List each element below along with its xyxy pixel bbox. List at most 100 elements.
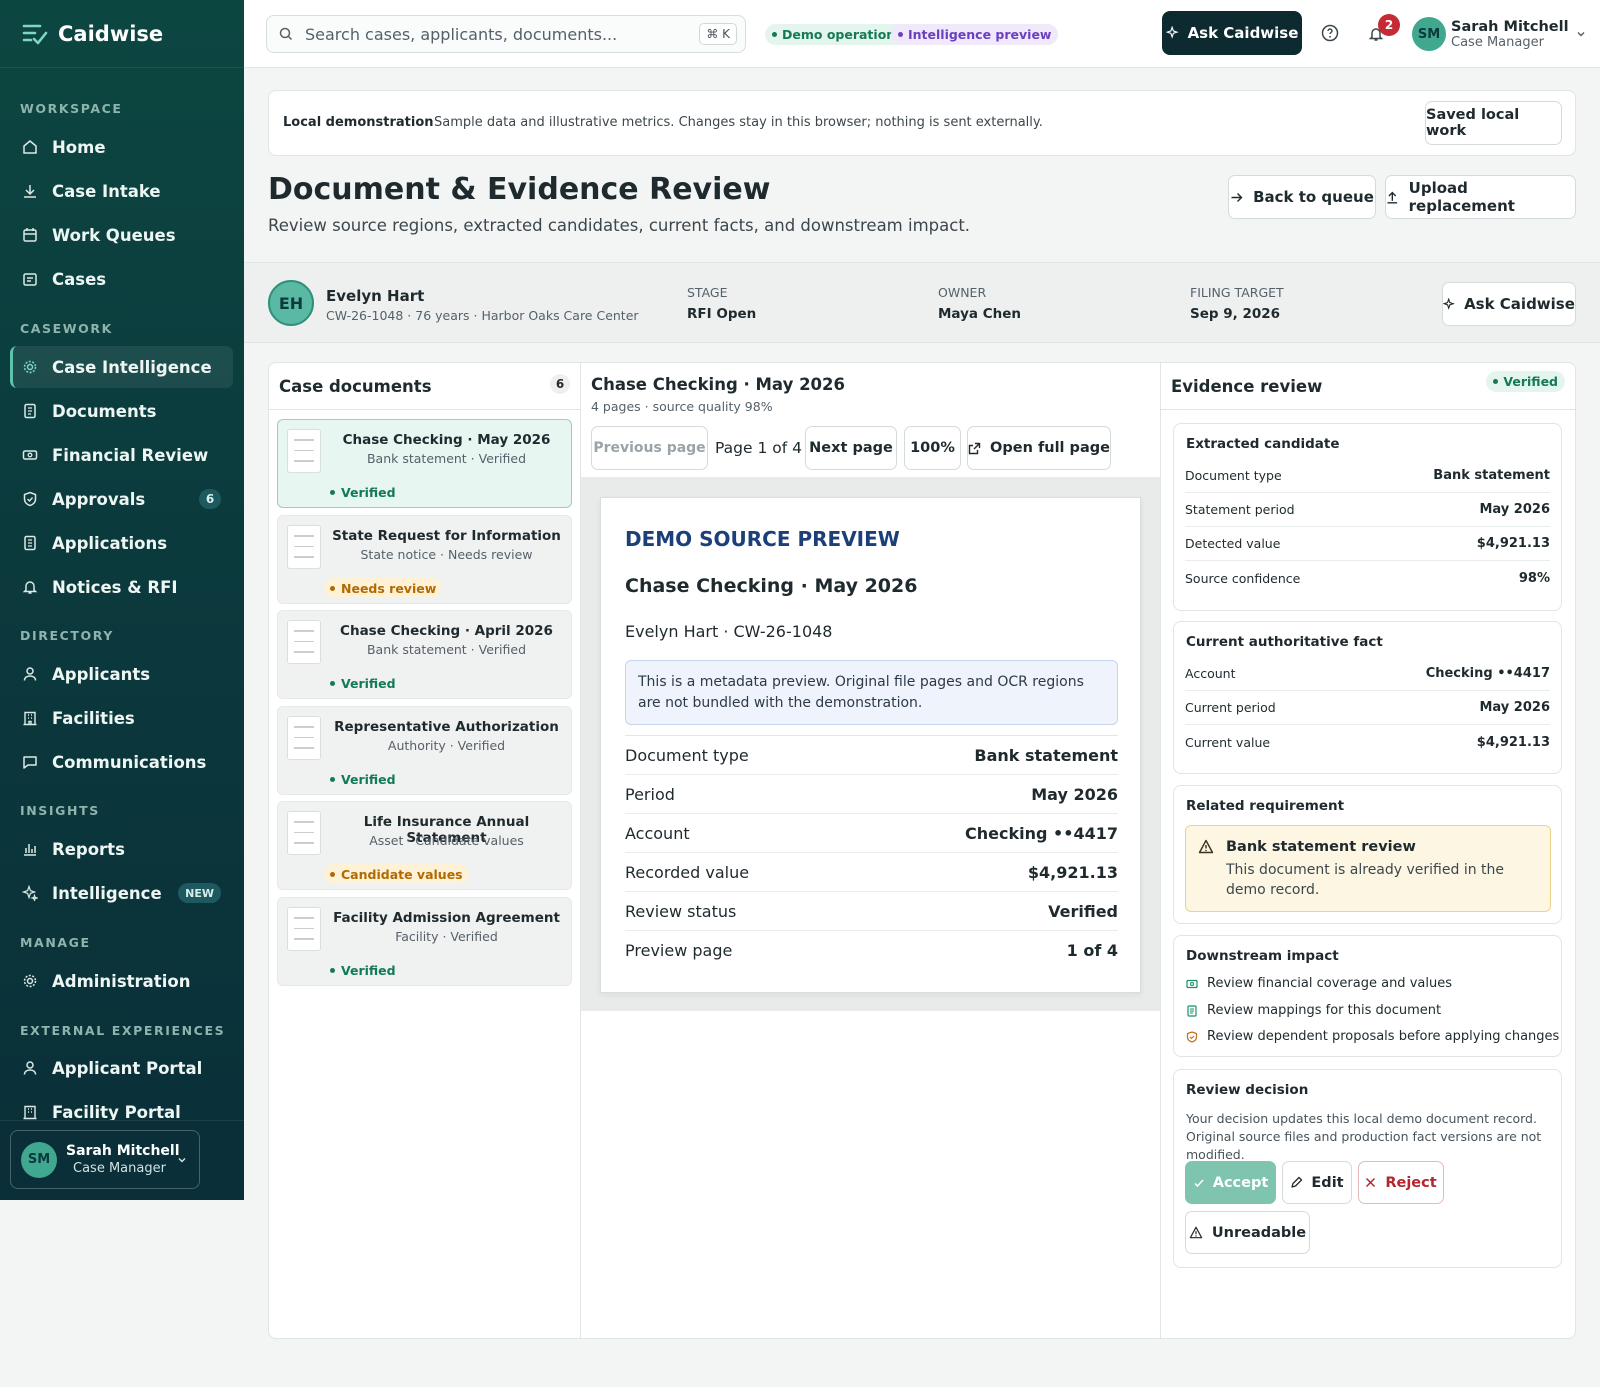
user-menu[interactable]: SM Sarah Mitchell Case Manager — [1412, 14, 1592, 54]
close-icon — [1366, 1177, 1376, 1188]
preview-row: Review status Verified — [625, 892, 1118, 931]
card-title: Review decision — [1186, 1082, 1309, 1098]
user-name: Sarah Mitchell — [66, 1143, 180, 1159]
open-full-page-button[interactable]: Open full page — [967, 426, 1111, 470]
sidebar-item-approvals[interactable]: Approvals 6 — [10, 478, 233, 520]
zoom-button[interactable]: 100% — [904, 426, 961, 470]
sidebar-item-facilities[interactable]: Facilities — [10, 697, 233, 739]
document-thumbnail — [287, 716, 321, 760]
sidebar-item-case-intake[interactable]: Case Intake — [10, 170, 233, 212]
document-item[interactable]: Representative Authorization Authority · … — [277, 706, 572, 795]
status-badge: Verified — [324, 482, 402, 502]
sidebar-item-communications[interactable]: Communications — [10, 741, 233, 783]
sidebar-item-cases[interactable]: Cases — [10, 258, 233, 300]
external-link-icon — [968, 442, 981, 454]
accept-button[interactable]: Accept — [1185, 1161, 1276, 1204]
bell-icon — [22, 581, 38, 594]
viewer-meta: 4 pages · source quality 98% — [591, 399, 773, 414]
document-item[interactable]: Life Insurance Annual Statement Asset · C… — [277, 801, 572, 890]
chevron-down-icon — [178, 1157, 186, 1163]
sidebar-item-work-queues[interactable]: Work Queues — [10, 214, 233, 256]
ask-caidwise-case-button[interactable]: Ask Caidwise — [1442, 282, 1576, 326]
preview-page: DEMO SOURCE PREVIEW Chase Checking · May… — [600, 497, 1141, 993]
documents-count: 6 — [550, 374, 570, 394]
building-icon — [23, 1105, 37, 1120]
arrow-right-icon — [1231, 192, 1243, 202]
sidebar-item-applicants[interactable]: Applicants — [10, 653, 233, 695]
applicant-name[interactable]: Evelyn Hart — [326, 287, 424, 305]
preview-row: Recorded value $4,921.13 — [625, 853, 1118, 892]
back-to-queue-button[interactable]: Back to queue — [1228, 175, 1376, 219]
preview-fields: Document type Bank statement Period May 20… — [625, 735, 1118, 970]
preview-row: Account Checking ••4417 — [625, 814, 1118, 853]
intelligence-preview-pill: Intelligence preview — [891, 24, 1059, 45]
preview-person: Evelyn Hart · CW-26-1048 — [625, 622, 833, 641]
sidebar-item-reports[interactable]: Reports — [10, 828, 233, 870]
sidebar-item-administration[interactable]: Administration — [10, 960, 233, 1002]
edit-button[interactable]: Edit — [1282, 1161, 1352, 1204]
reject-button[interactable]: Reject — [1358, 1161, 1444, 1204]
evidence-status-badge: Verified — [1486, 371, 1565, 392]
sidebar-user-menu[interactable]: SM Sarah Mitchell Case Manager — [10, 1130, 200, 1189]
document-thumbnail — [287, 429, 321, 473]
upload-replacement-button[interactable]: Upload replacement — [1385, 175, 1576, 219]
document-thumbnail — [287, 907, 321, 951]
sparkle-icon — [22, 885, 38, 901]
filing-target-value: Sep 9, 2026 — [1190, 306, 1281, 322]
page-subtitle: Review source regions, extracted candida… — [268, 216, 971, 235]
logo-icon — [22, 24, 48, 44]
money-icon — [1186, 979, 1198, 988]
search-icon — [279, 27, 293, 41]
sidebar-item-documents[interactable]: Documents — [10, 390, 233, 432]
check-icon — [1194, 1178, 1204, 1187]
review-workspace: Case documents 6 Chase Checking · May 20… — [268, 362, 1576, 1339]
document-thumbnail — [287, 525, 321, 569]
previous-page-button[interactable]: Previous page — [591, 426, 708, 470]
impact-item[interactable]: Review dependent proposals before applyi… — [1186, 1029, 1559, 1044]
saved-local-work-button[interactable]: Saved local work — [1425, 101, 1562, 145]
sidebar-item-intelligence[interactable]: Intelligence NEW — [10, 872, 233, 914]
user-role: Case Manager — [73, 1161, 166, 1176]
brand[interactable]: Caidwise — [0, 0, 244, 68]
pencil-icon — [1291, 1176, 1303, 1188]
document-item[interactable]: Chase Checking · April 2026 Bank statemen… — [277, 610, 572, 699]
downstream-impact-card: Downstream impact Review financial cover… — [1173, 935, 1562, 1057]
approvals-count-badge: 6 — [199, 489, 221, 509]
impact-item[interactable]: Review mappings for this document — [1186, 1003, 1441, 1018]
shield-icon — [23, 491, 37, 507]
preview-row: Document type Bank statement — [625, 736, 1118, 775]
notifications-button[interactable]: 2 — [1368, 14, 1400, 44]
sidebar-item-notices[interactable]: Notices & RFI — [10, 566, 233, 608]
help-icon[interactable] — [1321, 24, 1339, 42]
unreadable-button[interactable]: Unreadable — [1185, 1211, 1310, 1254]
banner-label: Local demonstration — [283, 115, 434, 130]
review-decision-card: Review decision Your decision updates th… — [1173, 1069, 1562, 1268]
document-item[interactable]: State Request for Information State notic… — [277, 515, 572, 604]
card-title: Extracted candidate — [1186, 436, 1340, 452]
case-meta: CW-26-1048 · 76 years · Harbor Oaks Care… — [326, 308, 639, 323]
next-page-button[interactable]: Next page — [805, 426, 897, 470]
sidebar-item-home[interactable]: Home — [10, 126, 233, 168]
related-requirement-card: Related requirement Bank statement revie… — [1173, 785, 1562, 924]
owner-label: OWNER — [938, 285, 987, 300]
document-item[interactable]: Facility Admission Agreement Facility · V… — [277, 897, 572, 986]
sidebar-item-applications[interactable]: Applications — [10, 522, 233, 564]
app-name: Caidwise — [58, 21, 164, 46]
impact-item[interactable]: Review financial coverage and values — [1186, 976, 1452, 991]
document-item[interactable]: Chase Checking · May 2026 Bank statement … — [277, 419, 572, 508]
case-documents-panel: Case documents 6 Chase Checking · May 20… — [269, 363, 581, 1338]
page-title: Document & Evidence Review — [268, 172, 771, 207]
person-icon — [23, 1061, 37, 1075]
status-badge: Candidate values — [324, 864, 469, 884]
requirement-alert[interactable]: Bank statement review This document is a… — [1185, 825, 1551, 912]
status-badge: Verified — [324, 769, 402, 789]
sidebar-item-financial-review[interactable]: Financial Review — [10, 434, 233, 476]
sidebar-item-case-intelligence[interactable]: Case Intelligence — [10, 346, 233, 388]
ask-caidwise-button[interactable]: Ask Caidwise — [1162, 11, 1302, 55]
search-input[interactable]: Search cases, applicants, documents... ⌘… — [266, 15, 746, 53]
card-title: Current authoritative fact — [1186, 634, 1383, 650]
document-thumbnail — [287, 811, 321, 855]
document-icon — [1187, 1004, 1197, 1017]
section-casework: CASEWORK — [20, 321, 113, 336]
sidebar-item-applicant-portal[interactable]: Applicant Portal — [10, 1047, 233, 1089]
